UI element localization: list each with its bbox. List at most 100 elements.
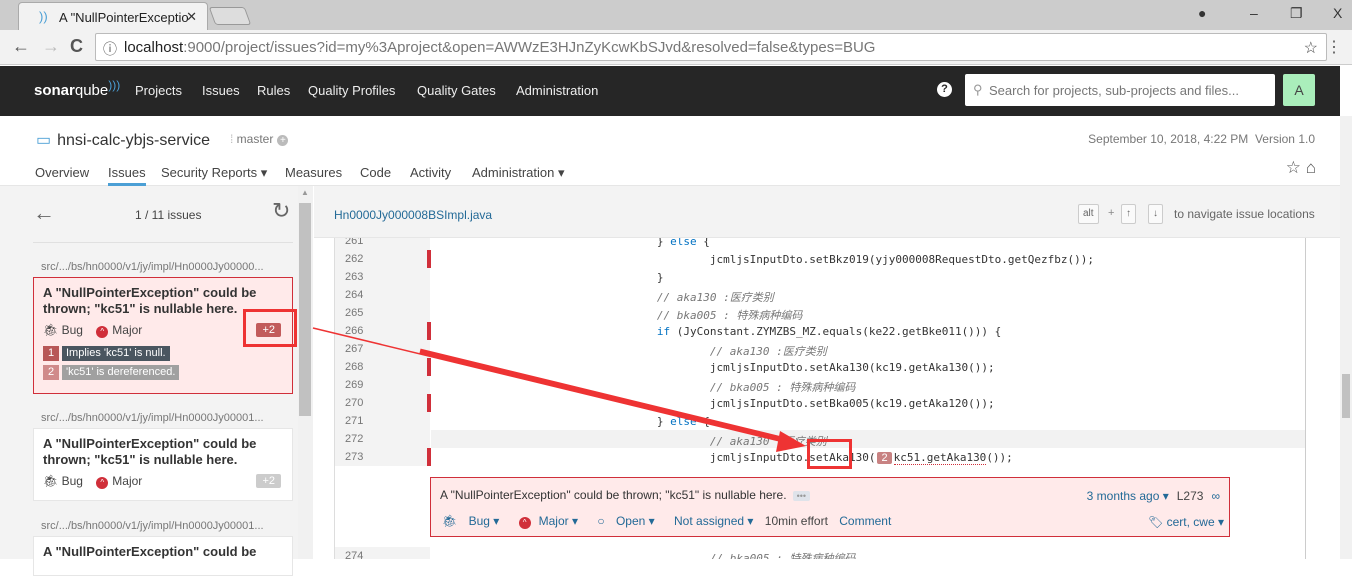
user-avatar[interactable]: A — [1283, 74, 1315, 106]
forward-button[interactable]: → — [42, 36, 60, 57]
address-bar[interactable]: ⓘ localhost:9000/project/issues?id=my%3A… — [95, 33, 1327, 61]
line-source: jcmljsInputDto.setAka130(kc19.getAka130(… — [445, 361, 995, 374]
issues-scrollbar[interactable]: ▲ — [298, 186, 313, 559]
line-number[interactable]: 263 — [335, 268, 430, 286]
line-number[interactable]: 264 — [335, 286, 430, 304]
flow-text: 'kc51' is dereferenced. — [62, 365, 180, 380]
reload-button[interactable]: C — [70, 36, 83, 57]
issue-age-dropdown[interactable]: 3 months ago ▾ — [1087, 489, 1169, 503]
window-close-button[interactable]: X — [1333, 5, 1342, 21]
browser-menu-icon[interactable]: ⋮ — [1326, 37, 1342, 57]
branch-icon: ⁞ — [230, 132, 237, 146]
nav-issues[interactable]: Issues — [202, 83, 240, 98]
nav-projects[interactable]: Projects — [135, 83, 182, 98]
bookmark-star-icon[interactable]: ☆ — [1304, 38, 1318, 58]
line-number[interactable]: 266 — [335, 322, 430, 340]
issue-card[interactable]: A "NullPointerException" could be thrown… — [33, 428, 293, 501]
comment-link[interactable]: Comment — [839, 514, 891, 528]
line-number[interactable]: 265 — [335, 304, 430, 322]
issue-marker[interactable] — [427, 322, 431, 340]
site-info-icon[interactable]: ⓘ — [103, 39, 117, 59]
error-highlight: kc51.getAka130 — [893, 451, 987, 465]
major-severity-icon: ^ — [518, 517, 531, 529]
flow-number: 1 — [43, 346, 59, 361]
inline-issue-message[interactable]: A "NullPointerException" could be thrown… — [440, 488, 787, 502]
line-number[interactable]: 261 — [335, 238, 430, 250]
sonarqube-logo[interactable]: sonarqube))) — [34, 78, 120, 99]
file-name-link[interactable]: Hn0000Jy000008BSImpl.java — [334, 208, 492, 222]
global-search-input[interactable]: ⚲ Search for projects, sub-projects and … — [965, 74, 1275, 106]
line-number[interactable]: 274 — [335, 547, 430, 559]
issue-marker[interactable] — [427, 250, 431, 268]
line-number[interactable]: 270 — [335, 394, 430, 412]
annotation-box-badge — [243, 309, 297, 347]
line-number[interactable]: 273 — [335, 448, 430, 466]
profile-icon[interactable]: ● — [1198, 5, 1206, 21]
issue-location-marker[interactable]: 2 — [877, 452, 892, 464]
page-scrollbar-thumb[interactable] — [1342, 374, 1350, 418]
tab-measures[interactable]: Measures — [285, 165, 342, 180]
tab-close-icon[interactable]: ✕ — [186, 9, 197, 25]
navigate-hint: to navigate issue locations — [1174, 207, 1315, 221]
issue-severity-dropdown[interactable]: ^ Major ▾ — [518, 514, 586, 529]
code-line: 261 } else { — [335, 238, 1305, 250]
issue-marker[interactable] — [427, 394, 431, 412]
issue-card[interactable]: A "NullPointerException" could be — [33, 536, 293, 576]
page-scrollbar[interactable] — [1340, 116, 1352, 559]
back-button[interactable]: ← — [12, 36, 30, 57]
line-number[interactable]: 271 — [335, 412, 430, 430]
issue-status-dropdown[interactable]: ○ Open ▾ — [597, 514, 662, 528]
project-version: Version 1.0 — [1254, 132, 1315, 146]
tab-issues[interactable]: Issues — [108, 165, 146, 186]
issue-tags-dropdown[interactable]: cert, cwe ▾ — [1167, 515, 1224, 529]
line-number[interactable]: 267 — [335, 340, 430, 358]
line-source: // aka130 :医疗类别 — [445, 345, 827, 358]
tab-code[interactable]: Code — [360, 165, 391, 180]
nav-quality-gates[interactable]: Quality Gates — [417, 83, 496, 98]
line-number[interactable]: 269 — [335, 376, 430, 394]
extra-locations-badge[interactable]: +2 — [256, 474, 281, 488]
bug-icon: 🐞︎ — [43, 474, 59, 488]
issue-marker[interactable] — [427, 358, 431, 376]
reload-icon[interactable]: ↻ — [272, 198, 290, 224]
project-title[interactable]: ▭ hnsi-calc-ybjs-service — [36, 130, 210, 150]
nav-administration[interactable]: Administration — [516, 83, 598, 98]
browser-tab[interactable]: )) A "NullPointerExceptio ✕ — [18, 2, 208, 30]
flow-location[interactable]: 2'kc51' is dereferenced. — [43, 365, 283, 381]
issue-type-dropdown[interactable]: 🐞︎ Bug ▾ — [442, 514, 507, 528]
permalink-icon[interactable]: ∞ — [1211, 489, 1220, 503]
issue-assignee-dropdown[interactable]: Not assigned ▾ — [674, 514, 753, 528]
issue-message: A "NullPointerException" could be thrown… — [43, 436, 257, 467]
scrollbar-thumb[interactable] — [299, 203, 311, 416]
tab-activity[interactable]: Activity — [410, 165, 451, 180]
tab-administration[interactable]: Administration ▾ — [472, 165, 565, 181]
add-branch-icon[interactable]: + — [277, 135, 289, 146]
tab-title: A "NullPointerExceptio — [59, 10, 189, 25]
favorite-star-icon[interactable]: ☆ — [1286, 158, 1301, 177]
home-icon[interactable]: ⌂ — [1306, 158, 1316, 177]
tab-security-reports[interactable]: Security Reports ▾ — [161, 165, 267, 181]
back-arrow-icon[interactable]: ← — [33, 200, 55, 226]
code-line: 271 } else { — [335, 412, 1305, 430]
nav-rules[interactable]: Rules — [257, 83, 290, 98]
minimize-button[interactable]: – — [1250, 5, 1258, 21]
line-number[interactable]: 262 — [335, 250, 430, 268]
branch-selector[interactable]: ⁞ master + — [230, 132, 289, 146]
more-options-button[interactable]: ••• — [792, 491, 811, 501]
flow-location[interactable]: 1 Implies 'kc51' is null. — [43, 346, 283, 362]
logo-bold: sonar — [34, 82, 75, 99]
new-tab-button[interactable] — [208, 7, 252, 25]
issue-marker[interactable] — [427, 448, 431, 466]
inline-issue[interactable]: A "NullPointerException" could be thrown… — [430, 477, 1230, 537]
line-number[interactable]: 272 — [335, 430, 430, 448]
branch-name: master — [236, 132, 274, 146]
tab-overview[interactable]: Overview — [35, 165, 89, 180]
flow-number: 2 — [43, 365, 59, 380]
scroll-up-icon[interactable]: ▲ — [301, 188, 309, 197]
restore-button[interactable]: ❐ — [1290, 5, 1303, 22]
line-number[interactable]: 268 — [335, 358, 430, 376]
help-icon[interactable]: ? — [937, 82, 952, 97]
issue-status-label: Open ▾ — [615, 514, 655, 528]
nav-quality-profiles[interactable]: Quality Profiles — [308, 83, 395, 98]
code-line: 265 // bka005 : 特殊病种编码 — [335, 304, 1305, 322]
